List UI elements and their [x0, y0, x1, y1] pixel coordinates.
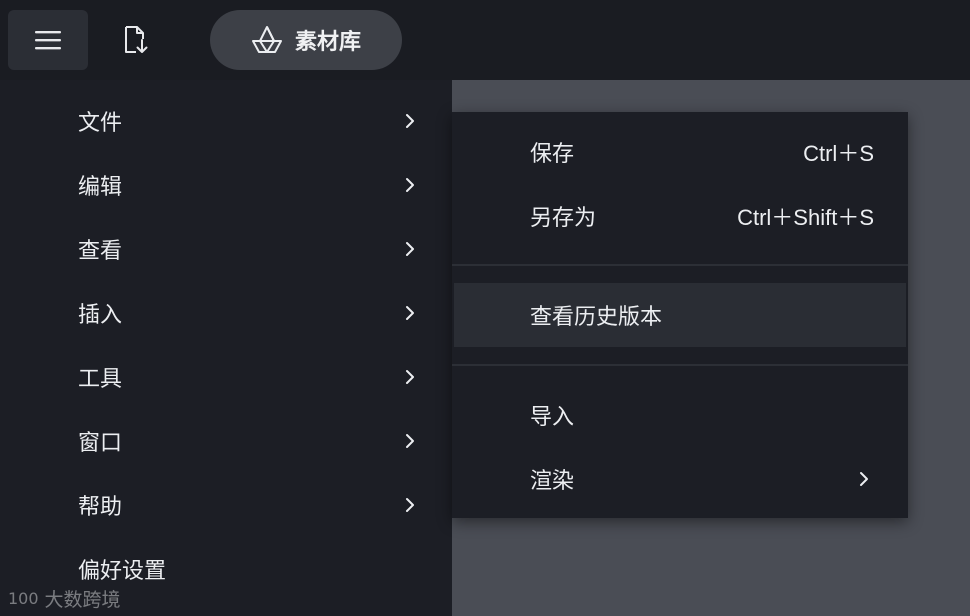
watermark-text: 大数跨境: [44, 588, 121, 611]
hamburger-icon: [35, 31, 61, 50]
chevron-right-icon: [406, 434, 414, 448]
menu-item-label: 窗口: [78, 431, 123, 456]
main-menu-button[interactable]: [8, 10, 88, 70]
file-submenu: 保存 Ctrl＋S 另存为 Ctrl＋Shift＋S 查看历史版本 导入 渲染: [452, 112, 908, 518]
library-label: 素材库: [294, 30, 361, 55]
menu-item-help[interactable]: 帮助: [0, 473, 452, 537]
menu-item-label: 插入: [78, 303, 123, 328]
chevron-right-icon: [860, 472, 868, 486]
chevron-right-icon: [406, 242, 414, 256]
submenu-item-import[interactable]: 导入: [452, 383, 908, 447]
divider: [452, 364, 908, 366]
menu-item-window[interactable]: 窗口: [0, 409, 452, 473]
submenu-item-render[interactable]: 渲染: [452, 447, 908, 511]
menu-item-view[interactable]: 查看: [0, 217, 452, 281]
main-menu: 文件 编辑 查看 插入 工具 窗口 帮助 偏好设置: [0, 80, 452, 616]
watermark: 100 大数跨境: [8, 584, 121, 612]
menu-item-label: 查看: [78, 239, 123, 264]
library-icon: [251, 26, 282, 53]
menu-item-edit[interactable]: 编辑: [0, 153, 452, 217]
save-shortcut: Ctrl＋S: [803, 141, 874, 166]
divider: [452, 264, 908, 266]
chevron-right-icon: [406, 370, 414, 384]
menu-item-file[interactable]: 文件: [0, 89, 452, 153]
menu-item-label: 文件: [78, 111, 123, 136]
library-button[interactable]: 素材库: [210, 10, 402, 70]
chevron-right-icon: [406, 114, 414, 128]
top-toolbar: 素材库: [0, 0, 970, 80]
submenu-item-label: 导入: [530, 405, 575, 430]
watermark-logo: 100: [8, 588, 39, 608]
menu-item-label: 帮助: [78, 495, 123, 520]
save-as-shortcut: Ctrl＋Shift＋S: [737, 205, 874, 230]
submenu-item-label: 查看历史版本: [530, 305, 663, 330]
menu-item-tools[interactable]: 工具: [0, 345, 452, 409]
import-file-button[interactable]: [108, 10, 164, 70]
submenu-item-version-history[interactable]: 查看历史版本: [454, 283, 906, 347]
submenu-item-save-as[interactable]: 另存为 Ctrl＋Shift＋S: [452, 184, 908, 248]
chevron-right-icon: [406, 498, 414, 512]
submenu-item-label: 另存为: [530, 206, 597, 231]
menu-item-label: 工具: [78, 367, 123, 392]
menu-item-label: 偏好设置: [78, 559, 167, 584]
chevron-right-icon: [406, 306, 414, 320]
submenu-item-label: 保存: [530, 142, 575, 167]
chevron-right-icon: [406, 178, 414, 192]
menu-item-label: 编辑: [78, 175, 123, 200]
file-import-icon: [125, 26, 148, 53]
submenu-item-save[interactable]: 保存 Ctrl＋S: [452, 120, 908, 184]
submenu-item-label: 渲染: [530, 469, 575, 494]
menu-item-insert[interactable]: 插入: [0, 281, 452, 345]
